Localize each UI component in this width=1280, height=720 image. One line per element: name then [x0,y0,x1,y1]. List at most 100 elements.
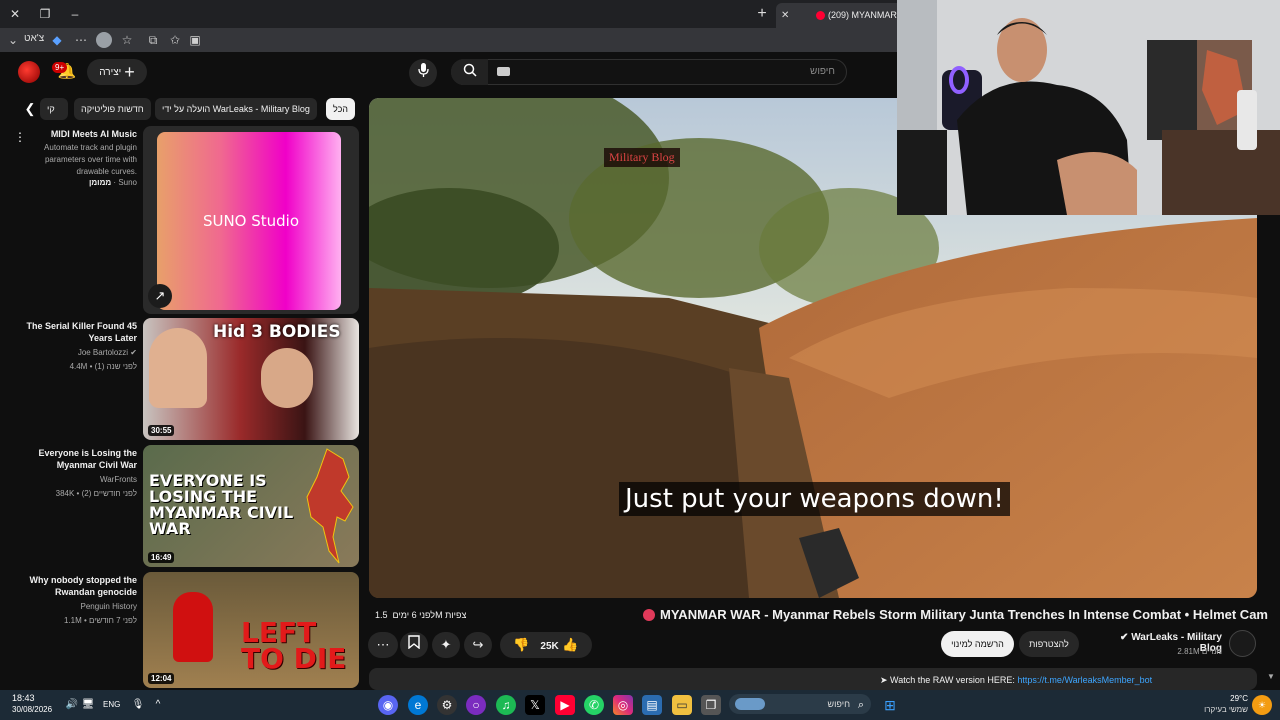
chat-button[interactable]: צ'אט [24,33,44,44]
dislike-icon[interactable]: 👎 [513,637,529,652]
channel-avatar[interactable] [1229,630,1256,657]
rec-channel: Penguin History [80,602,137,611]
account-avatar[interactable] [18,61,40,83]
rec-title[interactable]: Everyone is Losing the Myanmar Civil War [20,447,137,471]
save-bookmark-icon[interactable] [400,632,428,658]
steam-icon[interactable]: ⚙ [437,695,457,715]
open-link-icon[interactable]: ↗ [148,284,172,308]
minimize-window-icon[interactable]: – [64,4,86,24]
rec-channel: WarFronts [99,475,137,484]
face-right [261,348,313,408]
rec-title[interactable]: Why nobody stopped the Rwandan genocide [20,574,138,598]
video-stats: לפני 6 ימים 1.5M צפיות [375,610,466,620]
plus-icon: + [124,62,135,82]
rec-meta: 384K • לפני חודשיים (2) [55,489,137,498]
keyboard-icon[interactable] [497,67,510,76]
thumb-text: LEFT TO DIE [241,616,347,675]
rec-description: Automate track and plugin parameters ove… [44,143,137,176]
search-icon[interactable]: ⌕ [851,695,871,715]
spotify-icon[interactable]: ♫ [496,695,516,715]
rec-channel: Joe Bartolozzi ✔ [77,348,137,357]
live-dot-icon [643,609,655,621]
taskbar-search-label: חיפוש [827,699,850,709]
chevron-left-icon[interactable]: ❮ [20,99,40,119]
share-icon[interactable]: ↪ [464,632,492,658]
rec-thumbnail-serial-killer[interactable]: Hid 3 BODIES 30:55 [143,318,359,440]
copilot-icon[interactable]: ◆ [48,31,66,49]
video-duration: 12:04 [148,673,175,684]
input-language[interactable]: ENG [103,700,120,709]
task-view-icon[interactable]: ❐ [701,695,721,715]
microphone-icon[interactable]: 🎙 [128,695,148,715]
weather-description: שמשי בעיקרו [1204,705,1248,714]
ask-ai-sparkle-icon[interactable]: ✦ [432,632,460,658]
tab-title: (209) MYANMAR WAR - Myanmar Rebels [828,10,906,20]
join-button[interactable]: להצטרפות [1019,631,1079,657]
myanmar-map-icon [306,448,354,564]
telegram-link[interactable]: https://t.me/WarleaksMember_bot [1017,675,1152,685]
clock-time[interactable]: 18:43 [12,693,35,703]
youtube-app-icon[interactable]: ▶ [555,695,575,715]
chip-politics-news[interactable]: חדשות פוליטיקה [74,98,151,120]
close-window-icon[interactable]: ✕ [4,4,26,24]
restore-window-icon[interactable]: ❐ [34,4,56,24]
search-highlight-image [735,698,765,710]
rec-meta: 1.1M • לפני 7 חודשים [63,616,137,625]
chip-uploaded-by-channel[interactable]: הועלה על ידי WarLeaks - Military Blog [155,98,317,120]
rec-thumbnail-myanmar[interactable]: EVERYONE IS LOSING THE MYANMAR CIVIL WAR… [143,445,359,567]
more-actions-button[interactable]: ⋯ [368,632,398,658]
store-icon[interactable]: ▤ [642,695,662,715]
chevron-down-icon[interactable]: ⌄ [4,31,22,49]
favorites-icon[interactable]: ☆ [118,31,136,49]
video-duration: 16:49 [148,552,175,563]
thumb-text: SUNO Studio [202,212,300,230]
chip-partial[interactable]: קי [40,98,68,120]
instagram-icon[interactable]: ◎ [613,695,633,715]
rec-sponsor-line: ממומן · Suno [88,178,137,187]
webcam-feed [897,0,1280,215]
rec-thumbnail-suno[interactable]: SUNO Studio ↗ [143,126,359,314]
chip-all[interactable]: הכל [326,98,356,120]
channel-watermark: Military Blog [604,148,680,167]
x-app-icon[interactable]: 𝕏 [525,695,545,715]
video-age: לפני 6 ימים [392,610,436,620]
weather-temperature[interactable]: 29°C [1200,694,1248,703]
subscribe-button[interactable]: הרשמה למינוי [941,631,1014,657]
notification-count-badge: 9+ [52,62,68,73]
network-icon[interactable]: 🖥 [78,695,98,715]
browser-tab-active[interactable]: ✕ (209) MYANMAR WAR - Myanmar Rebels [776,3,906,28]
file-explorer-icon[interactable]: ▭ [672,695,692,715]
rec-title[interactable]: MIDI Meets AI Music [20,128,137,140]
browser-profile-avatar[interactable] [96,32,112,48]
search-placeholder: חיפוש [810,66,835,77]
split-screen-icon[interactable]: ▣ [186,31,204,49]
add-favorite-icon[interactable]: ✩ [166,31,184,49]
windows-start-icon[interactable]: ⊞ [880,695,900,715]
rec-thumbnail-rwanda[interactable]: LEFT TO DIE 12:04 [143,572,359,688]
figure-red-shirt [173,592,213,662]
new-tab-button[interactable]: + [752,4,772,24]
create-button[interactable]: יצירה + [87,59,147,85]
whatsapp-icon[interactable]: ✆ [584,695,604,715]
more-options-icon[interactable]: ⋯ [72,31,90,49]
verified-icon: ✔ [1120,632,1132,643]
clock-date[interactable]: 30/08/2026 [12,705,52,714]
edge-browser-icon[interactable]: e [408,695,428,715]
like-icon[interactable]: 👍 [562,637,578,652]
search-icon[interactable] [451,59,488,85]
extensions-icon[interactable]: ⧉ [144,31,162,49]
close-tab-icon[interactable]: ✕ [781,3,789,28]
video-subtitle: Just put your weapons down! [619,482,1010,516]
subscriber-count: 2.81M מנויים [1177,647,1222,656]
show-hidden-icons-chevron[interactable]: ^ [148,695,168,715]
scroll-down-icon[interactable]: ▼ [1267,672,1275,681]
obs-icon[interactable]: ○ [466,695,486,715]
youtube-favicon-icon [816,11,825,20]
thumb-text: EVERYONE IS LOSING THE MYANMAR CIVIL WAR [149,471,294,538]
rec-title[interactable]: The Serial Killer Found 45 Years Later [20,320,137,344]
discord-icon[interactable]: ◉ [378,695,398,715]
voice-search-mic-icon[interactable] [409,59,437,87]
face-left [149,328,207,408]
weather-sun-icon[interactable]: ☀ [1252,695,1272,715]
like-dislike-group: 👎 25K 👍 [500,632,592,658]
